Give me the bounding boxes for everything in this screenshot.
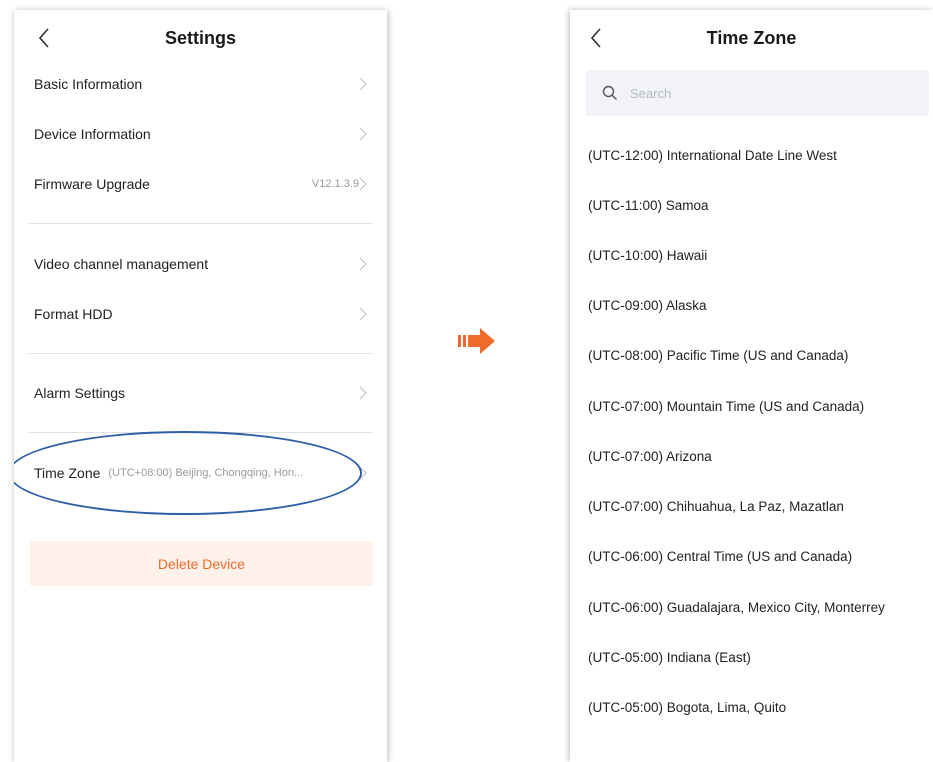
chevron-left-icon	[38, 28, 49, 48]
row-basic-information[interactable]: Basic Information	[14, 59, 387, 109]
time-zone-item[interactable]: (UTC-12:00) International Date Line West	[570, 135, 933, 175]
chevron-right-icon	[359, 307, 367, 321]
chevron-right-icon	[359, 127, 367, 141]
settings-nav-bar: Settings	[14, 10, 387, 66]
settings-screen: Settings Basic Information Device Inform…	[14, 10, 387, 762]
row-label: Alarm Settings	[34, 385, 126, 401]
row-firmware-upgrade[interactable]: Firmware Upgrade V12.1.3.9	[14, 159, 387, 209]
delete-device-button[interactable]: Delete Device	[30, 541, 373, 586]
chevron-right-icon	[359, 386, 367, 400]
search-icon	[602, 85, 617, 100]
row-format-hdd[interactable]: Format HDD	[14, 289, 387, 339]
row-label: Firmware Upgrade	[34, 176, 150, 192]
row-label: Video channel management	[34, 256, 209, 272]
time-zone-item[interactable]: (UTC-10:00) Hawaii	[570, 235, 933, 275]
row-label: Format HDD	[34, 306, 113, 322]
row-label: Basic Information	[34, 76, 143, 92]
time-zone-item[interactable]: (UTC-11:00) Samoa	[570, 185, 933, 225]
page-title: Time Zone	[706, 27, 797, 48]
time-zone-item[interactable]: (UTC-06:00) Central Time (US and Canada)	[570, 536, 933, 576]
time-zone-item[interactable]: (UTC-07:00) Mountain Time (US and Canada…	[570, 386, 933, 426]
row-video-channel-management[interactable]: Video channel management	[14, 239, 387, 289]
arrow-right-icon	[458, 328, 495, 354]
row-time-zone[interactable]: Time Zone (UTC+08:00) Beijing, Chongqing…	[14, 448, 387, 498]
time-zone-nav-bar: Time Zone	[570, 10, 933, 66]
time-zone-item[interactable]: (UTC-06:00) Guadalajara, Mexico City, Mo…	[570, 587, 933, 627]
time-zone-item[interactable]: (UTC-05:00) Indiana (East)	[570, 637, 933, 677]
page-title: Settings	[164, 27, 236, 48]
current-time-zone: (UTC+08:00) Beijing, Chongqing, Hon...	[108, 467, 304, 479]
chevron-right-icon	[359, 257, 367, 271]
time-zone-screen: Time Zone Search (UTC-12:00) Internation…	[570, 10, 933, 762]
divider	[28, 432, 373, 433]
search-placeholder: Search	[630, 85, 672, 101]
time-zone-item[interactable]: (UTC-07:00) Arizona	[570, 436, 933, 476]
time-zone-item[interactable]: (UTC-07:00) Chihuahua, La Paz, Mazatlan	[570, 486, 933, 526]
back-button[interactable]	[32, 24, 56, 52]
row-device-information[interactable]: Device Information	[14, 109, 387, 159]
divider	[28, 223, 373, 224]
time-zone-item[interactable]: (UTC-08:00) Pacific Time (US and Canada)	[570, 335, 933, 375]
time-zone-item[interactable]: (UTC-09:00) Alaska	[570, 285, 933, 325]
time-zone-item[interactable]: (UTC-05:00) Bogota, Lima, Quito	[570, 687, 933, 727]
chevron-left-icon	[590, 28, 601, 48]
back-button[interactable]	[584, 24, 608, 52]
firmware-version: V12.1.3.9	[311, 178, 359, 190]
chevron-right-icon	[359, 177, 367, 191]
chevron-right-icon	[359, 466, 367, 480]
chevron-right-icon	[359, 77, 367, 91]
divider	[28, 353, 373, 354]
search-input[interactable]: Search	[586, 70, 929, 116]
row-label: Device Information	[34, 126, 151, 142]
row-label: Time Zone	[34, 465, 101, 481]
row-alarm-settings[interactable]: Alarm Settings	[14, 368, 387, 418]
